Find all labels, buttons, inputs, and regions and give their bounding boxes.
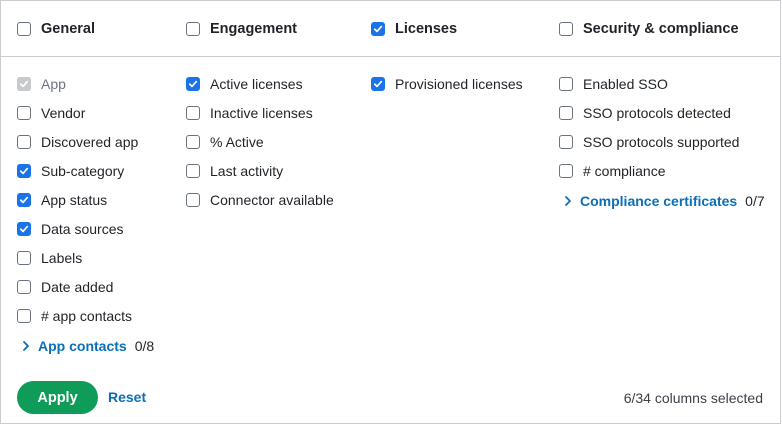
active-licenses-checkbox[interactable] bbox=[186, 77, 200, 91]
option-label: Provisioned licenses bbox=[395, 76, 523, 92]
group-toggle-engagement[interactable]: Engagement bbox=[186, 20, 297, 38]
inactive-licenses-checkbox[interactable] bbox=[186, 106, 200, 120]
option-label: % Active bbox=[210, 134, 264, 150]
provisioned-licenses-checkbox[interactable] bbox=[371, 77, 385, 91]
engagement-group-label: Engagement bbox=[210, 21, 298, 37]
option-sub-category[interactable]: Sub-category bbox=[17, 162, 124, 180]
sub-category-checkbox[interactable] bbox=[17, 164, 31, 178]
option-label: Data sources bbox=[41, 221, 124, 237]
group-toggle-general[interactable]: General bbox=[17, 20, 95, 38]
security-group-checkbox[interactable] bbox=[559, 22, 573, 36]
sso-protocols-supported-checkbox[interactable] bbox=[559, 135, 573, 149]
option-enabled-sso[interactable]: Enabled SSO bbox=[559, 75, 668, 93]
security-group-label: Security & compliance bbox=[583, 21, 739, 37]
option-label: Date added bbox=[41, 279, 114, 295]
option-inactive-licenses[interactable]: Inactive licenses bbox=[186, 104, 313, 122]
option-last-activity[interactable]: Last activity bbox=[186, 162, 283, 180]
option-sso-protocols-supported[interactable]: SSO protocols supported bbox=[559, 133, 739, 151]
labels-checkbox[interactable] bbox=[17, 251, 31, 265]
sso-protocols-detected-checkbox[interactable] bbox=[559, 106, 573, 120]
reset-link[interactable]: Reset bbox=[108, 389, 146, 405]
option-label: SSO protocols detected bbox=[583, 105, 731, 121]
apply-button[interactable]: Apply bbox=[17, 381, 98, 414]
option-provisioned-licenses[interactable]: Provisioned licenses bbox=[371, 75, 523, 93]
option-label: App bbox=[41, 76, 66, 92]
option-label: Inactive licenses bbox=[210, 105, 313, 121]
chevron-right-icon bbox=[563, 196, 573, 206]
chevron-right-icon bbox=[21, 341, 31, 351]
option-date-added[interactable]: Date added bbox=[17, 278, 113, 296]
option-label: Discovered app bbox=[41, 134, 139, 150]
app-contacts-count: 0/8 bbox=[134, 338, 155, 354]
option-label: Active licenses bbox=[210, 76, 303, 92]
option-app-status[interactable]: App status bbox=[17, 191, 107, 209]
compliance-certificates-link[interactable]: Compliance certificates bbox=[580, 193, 737, 209]
option-label: Last activity bbox=[210, 163, 284, 179]
option-label: SSO protocols supported bbox=[583, 134, 740, 150]
option-data-sources[interactable]: Data sources bbox=[17, 220, 123, 238]
option-labels[interactable]: Labels bbox=[17, 249, 82, 267]
option-label: Vendor bbox=[41, 105, 86, 121]
vendor-checkbox[interactable] bbox=[17, 106, 31, 120]
compliance-certificates-count: 0/7 bbox=[745, 193, 765, 209]
general-group-checkbox[interactable] bbox=[17, 22, 31, 36]
option-discovered-app[interactable]: Discovered app bbox=[17, 133, 138, 151]
option-compliance-count[interactable]: # compliance bbox=[559, 162, 666, 180]
data-sources-checkbox[interactable] bbox=[17, 222, 31, 236]
engagement-group-checkbox[interactable] bbox=[186, 22, 200, 36]
columns-selected-status: 6/34 columns selected bbox=[623, 390, 763, 406]
connector-available-checkbox[interactable] bbox=[186, 193, 200, 207]
compliance-count-checkbox[interactable] bbox=[559, 164, 573, 178]
discovered-app-checkbox[interactable] bbox=[17, 135, 31, 149]
licenses-group-label: Licenses bbox=[395, 21, 458, 37]
option-app-contacts-count[interactable]: # app contacts bbox=[17, 307, 132, 325]
option-label: # compliance bbox=[583, 163, 666, 179]
option-vendor[interactable]: Vendor bbox=[17, 104, 85, 122]
option-app[interactable]: App bbox=[17, 75, 66, 93]
option-connector-available[interactable]: Connector available bbox=[186, 191, 334, 209]
option-sso-protocols-detected[interactable]: SSO protocols detected bbox=[559, 104, 731, 122]
group-toggle-licenses[interactable]: Licenses bbox=[371, 20, 457, 38]
licenses-group-checkbox[interactable] bbox=[371, 22, 385, 36]
option-label: Sub-category bbox=[41, 163, 125, 179]
group-toggle-security[interactable]: Security & compliance bbox=[559, 20, 739, 38]
option-label: Labels bbox=[41, 250, 83, 266]
option-percent-active[interactable]: % Active bbox=[186, 133, 264, 151]
last-activity-checkbox[interactable] bbox=[186, 164, 200, 178]
option-label: App status bbox=[41, 192, 108, 208]
general-group-label: General bbox=[41, 21, 95, 37]
percent-active-checkbox[interactable] bbox=[186, 135, 200, 149]
column-picker-panel: General Engagement Licenses Security & c… bbox=[0, 0, 781, 424]
date-added-checkbox[interactable] bbox=[17, 280, 31, 294]
app-contacts-link[interactable]: App contacts bbox=[38, 338, 127, 354]
app-status-checkbox[interactable] bbox=[17, 193, 31, 207]
option-label: # app contacts bbox=[41, 308, 133, 324]
option-label: Connector available bbox=[210, 192, 334, 208]
compliance-certificates-expander[interactable]: Compliance certificates 0/7 bbox=[563, 192, 765, 210]
enabled-sso-checkbox[interactable] bbox=[559, 77, 573, 91]
column-group-header: General Engagement Licenses Security & c… bbox=[1, 1, 780, 57]
app-checkbox[interactable] bbox=[17, 77, 31, 91]
app-contacts-expander[interactable]: App contacts 0/8 bbox=[21, 337, 154, 355]
app-contacts-count-checkbox[interactable] bbox=[17, 309, 31, 323]
option-label: Enabled SSO bbox=[583, 76, 668, 92]
option-active-licenses[interactable]: Active licenses bbox=[186, 75, 303, 93]
